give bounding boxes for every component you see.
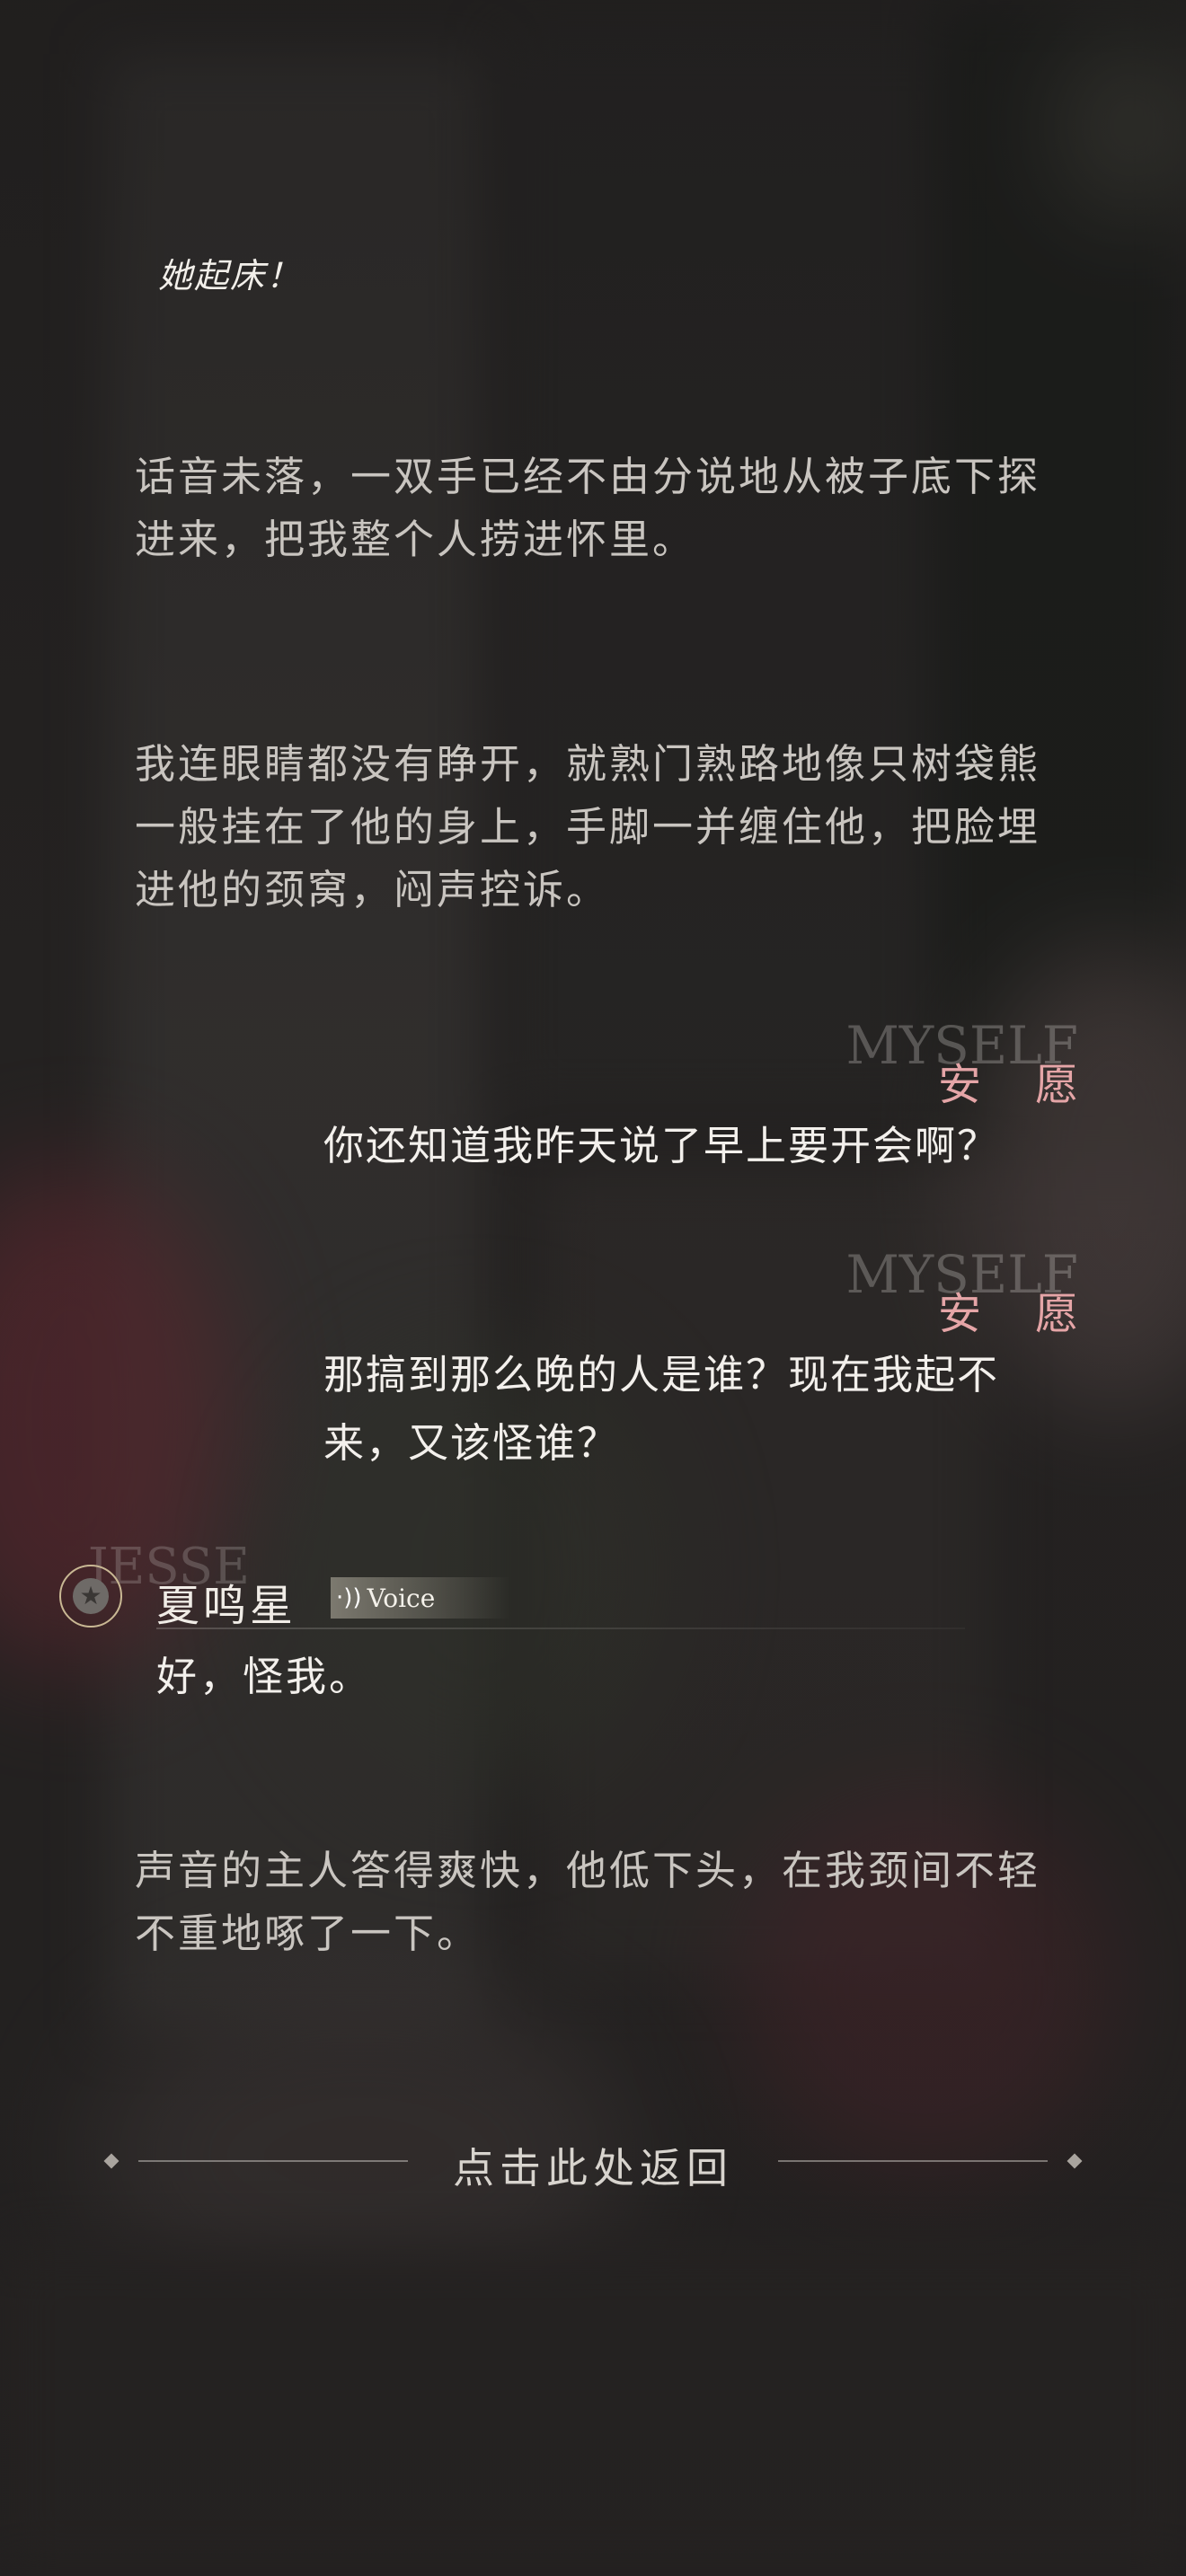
- message-text: 你还知道我昨天说了早上要开会啊？: [323, 1122, 1000, 1169]
- voice-button[interactable]: ·)) Voice: [331, 1577, 510, 1619]
- divider: [156, 1628, 965, 1629]
- voice-label: Voice: [367, 1583, 436, 1613]
- speaker-name: 安愿: [937, 1289, 1132, 1339]
- return-label[interactable]: 点击此处返回: [104, 2136, 1082, 2195]
- story-log: 她起床！ 话音未落，一双手已经不由分说地从被子底下探进来，把我整个人捞进怀里。 …: [0, 0, 1186, 2576]
- speaker-name: 安愿: [937, 1060, 1132, 1110]
- speaker-tag: MYSELF 安愿: [809, 1015, 1078, 1110]
- self-message: MYSELF 安愿 那搞到那么晚的人是谁？现在我起不来，又该怪谁？: [323, 1244, 1078, 1478]
- divider: [778, 2160, 1048, 2162]
- message-text: 那搞到那么晚的人是谁？现在我起不来，又该怪谁？: [323, 1351, 1000, 1467]
- avatar[interactable]: ★: [59, 1565, 122, 1628]
- speaker-tag: MYSELF 安愿: [809, 1244, 1078, 1339]
- sound-wave-icon: ·)): [336, 1584, 362, 1611]
- message-text: 好，怪我。: [156, 1653, 373, 1700]
- handwritten-note: 她起床！: [158, 256, 303, 296]
- return-button[interactable]: 点击此处返回: [103, 2134, 1083, 2192]
- star-icon: ★: [73, 1578, 109, 1614]
- speaker-name: 夏鸣星: [156, 1581, 297, 1631]
- other-message: JESSE ★ 夏鸣星 ·)) Voice 好，怪我。: [59, 1538, 994, 1717]
- narration-paragraph: 我连眼睛都没有睁开，就熟门熟路地像只树袋熊一般挂在了他的身上，手脚一并缠住他，把…: [135, 740, 1041, 913]
- self-message: MYSELF 安愿 你还知道我昨天说了早上要开会啊？: [323, 1015, 1078, 1195]
- narration-paragraph: 话音未落，一双手已经不由分说地从被子底下探进来，把我整个人捞进怀里。: [135, 453, 1041, 563]
- narration-paragraph: 声音的主人答得爽快，他低下头，在我颈间不轻不重地啄了一下。: [135, 1847, 1041, 1957]
